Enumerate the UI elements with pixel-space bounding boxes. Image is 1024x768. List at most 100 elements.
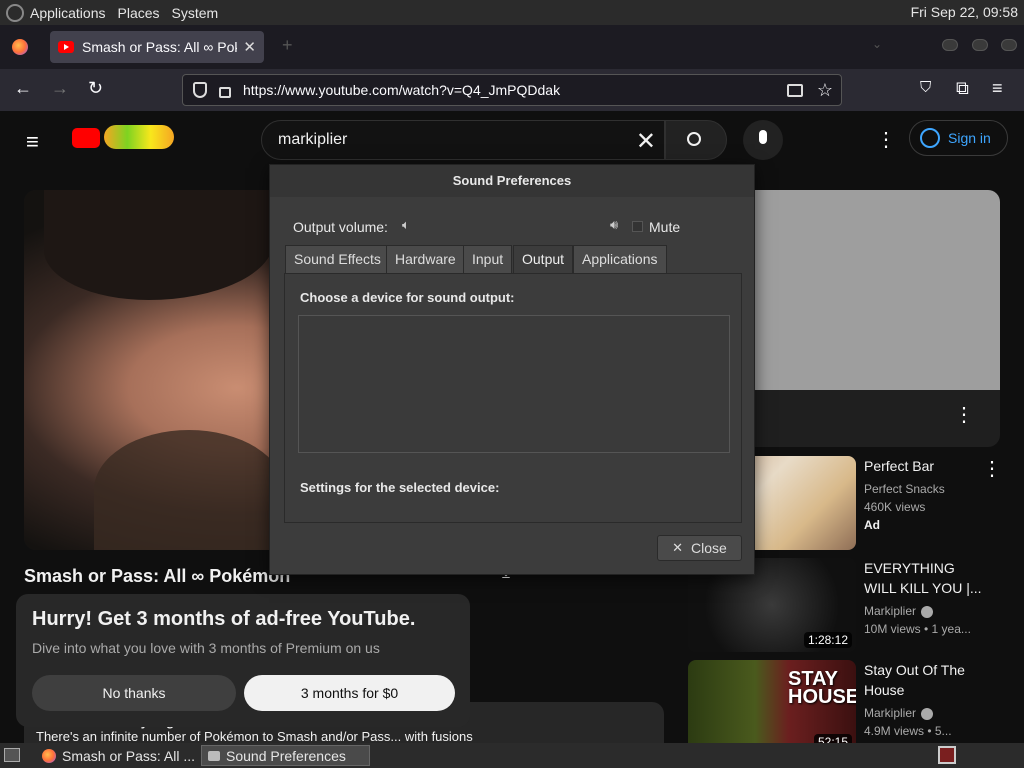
more-options-icon[interactable]: ⋮ <box>982 456 1002 481</box>
promo-headline: Hurry! Get 3 months of ad-free YouTube. <box>32 608 416 630</box>
mute-checkbox[interactable] <box>632 221 643 232</box>
output-tab-pane: Choose a device for sound output: Settin… <box>284 273 742 523</box>
taskbar-item-browser[interactable]: Smash or Pass: All ... <box>36 745 196 766</box>
new-tab-button[interactable]: + <box>282 35 293 56</box>
close-label: Close <box>691 540 727 556</box>
search-input[interactable]: markiplier ✕ <box>261 120 665 160</box>
show-desktop-icon[interactable] <box>4 748 20 762</box>
thumbnail-caption: STAY HOUSE <box>788 668 856 708</box>
tab-list-chevron-icon[interactable]: ⌄ <box>872 37 882 51</box>
close-button[interactable]: ✕ Close <box>657 535 742 561</box>
beard-shape <box>94 430 284 550</box>
output-volume-label: Output volume: <box>293 219 388 235</box>
tab-title: Smash or Pass: All ∞ Pokém <box>82 39 237 55</box>
search-button[interactable] <box>665 120 727 160</box>
youtube-doodle-logo[interactable] <box>104 125 174 149</box>
maximize-button[interactable] <box>972 39 988 51</box>
trash-icon[interactable] <box>938 746 956 764</box>
youtube-logo[interactable] <box>72 128 100 148</box>
search-icon <box>687 132 701 146</box>
gnome-foot-icon[interactable] <box>6 3 24 22</box>
sound-preferences-dialog: Sound Preferences Output volume: 🔈︎ 🔊︎ M… <box>269 164 755 575</box>
lock-icon[interactable] <box>219 86 231 98</box>
choose-device-label: Choose a device for sound output: <box>300 290 515 305</box>
system-menu[interactable]: System <box>166 5 225 21</box>
dialog-title[interactable]: Sound Preferences <box>270 165 754 197</box>
firefox-icon <box>42 748 56 763</box>
tab-output[interactable]: Output <box>513 245 574 273</box>
rec-channel[interactable]: Markiplier <box>864 704 934 722</box>
rec-channel[interactable]: Markiplier <box>864 602 934 620</box>
top-panel: Applications Places System Fri Sep 22, 0… <box>0 0 1024 25</box>
bottom-taskbar: Smash or Pass: All ... Sound Preferences <box>0 743 1024 768</box>
picture-in-picture-icon[interactable] <box>786 83 803 97</box>
guide-menu-icon[interactable]: ≡ <box>26 129 39 155</box>
applications-menu[interactable]: Applications <box>24 5 112 21</box>
close-window-button[interactable] <box>1001 39 1017 51</box>
premium-promo: Hurry! Get 3 months of ad-free YouTube. … <box>16 594 470 727</box>
places-menu[interactable]: Places <box>112 5 166 21</box>
close-icon[interactable]: ✕ <box>243 38 256 56</box>
microphone-icon <box>759 130 767 144</box>
tracking-shield-icon[interactable] <box>193 82 207 98</box>
clear-search-icon[interactable]: ✕ <box>636 127 656 156</box>
extensions-icon[interactable]: ⧉ <box>956 78 969 99</box>
no-thanks-label: No thanks <box>102 685 166 701</box>
url-bar[interactable]: https://www.youtube.com/watch?v=Q4_JmPQD… <box>182 74 842 106</box>
video-title: Smash or Pass: All ∞ Pokémon <box>24 566 291 586</box>
minimize-button[interactable] <box>942 39 958 51</box>
close-icon: ✕ <box>672 540 684 555</box>
tab-applications[interactable]: Applications <box>573 245 667 273</box>
promo-body: Dive into what you love with 3 months of… <box>32 640 380 656</box>
rec-thumbnail[interactable]: STAY HOUSE 52:15 <box>688 660 856 743</box>
pocket-icon[interactable]: ⛉ <box>920 79 931 96</box>
url-text[interactable]: https://www.youtube.com/watch?v=Q4_JmPQD… <box>243 82 787 98</box>
reload-icon[interactable]: ↻ <box>88 78 103 99</box>
taskbar-item-sound-preferences[interactable]: Sound Preferences <box>201 745 370 766</box>
speaker-icon <box>208 750 220 761</box>
search-query[interactable]: markiplier <box>278 131 347 149</box>
back-arrow-icon[interactable]: ← <box>14 78 32 99</box>
rec-views: 460K views <box>864 500 926 514</box>
voice-search-button[interactable] <box>743 120 783 160</box>
rec-title[interactable]: EVERYTHING WILL KILL YOU |... <box>864 558 984 598</box>
ad-card-image <box>740 190 1000 390</box>
bookmark-star-icon[interactable]: ☆ <box>817 80 833 101</box>
rec-title[interactable]: Perfect Bar <box>864 456 984 476</box>
sign-in-button[interactable]: Sign in <box>909 120 1008 156</box>
settings-dots-icon[interactable]: ⋮ <box>876 127 896 152</box>
rec-channel[interactable]: Perfect Snacks <box>864 480 945 498</box>
rec-title[interactable]: Stay Out Of The House <box>864 660 984 700</box>
offer-button[interactable]: 3 months for $0 <box>244 675 455 711</box>
tab-sound-effects[interactable]: Sound Effects <box>285 245 390 273</box>
rec-views: 10M views • 1 yea... <box>864 622 971 636</box>
description-text: There's an infinite number of Pokémon to… <box>36 729 473 743</box>
browser-navbar: ← → ↻ https://www.youtube.com/watch?v=Q4… <box>0 69 1024 111</box>
taskbar-item-label: Smash or Pass: All ... <box>62 747 196 764</box>
sign-in-label: Sign in <box>948 130 991 146</box>
forward-arrow-icon[interactable]: → <box>51 78 69 99</box>
volume-low-icon: 🔈︎ <box>402 217 410 232</box>
more-options-icon[interactable]: ⋮ <box>954 402 974 427</box>
ad-card[interactable]: ⋮ <box>740 190 1000 447</box>
mute-label[interactable]: Mute <box>649 219 680 235</box>
video-duration: 52:15 <box>813 734 852 743</box>
volume-high-icon: 🔊︎ <box>610 217 619 232</box>
tab-hardware[interactable]: Hardware <box>386 245 465 273</box>
hamburger-menu-icon[interactable]: ≡ <box>992 78 1003 99</box>
output-device-list[interactable] <box>298 315 730 453</box>
verified-icon <box>921 605 934 618</box>
no-thanks-button[interactable]: No thanks <box>32 675 236 711</box>
taskbar-item-label: Sound Preferences <box>226 747 346 764</box>
tab-input[interactable]: Input <box>463 245 513 273</box>
browser-tab-active[interactable]: Smash or Pass: All ∞ Pokém ✕ <box>50 31 264 63</box>
device-settings-label: Settings for the selected device: <box>300 480 500 495</box>
offer-label: 3 months for $0 <box>300 685 399 701</box>
ad-badge: Ad <box>864 518 880 532</box>
firefox-icon[interactable] <box>12 39 28 55</box>
browser-tabstrip: Smash or Pass: All ∞ Pokém ✕ + ⌄ <box>0 25 1024 69</box>
youtube-favicon-icon <box>58 41 74 53</box>
panel-clock[interactable]: Fri Sep 22, 09:58 <box>911 4 1018 20</box>
verified-icon <box>921 707 934 720</box>
video-duration: 1:28:12 <box>803 632 852 648</box>
